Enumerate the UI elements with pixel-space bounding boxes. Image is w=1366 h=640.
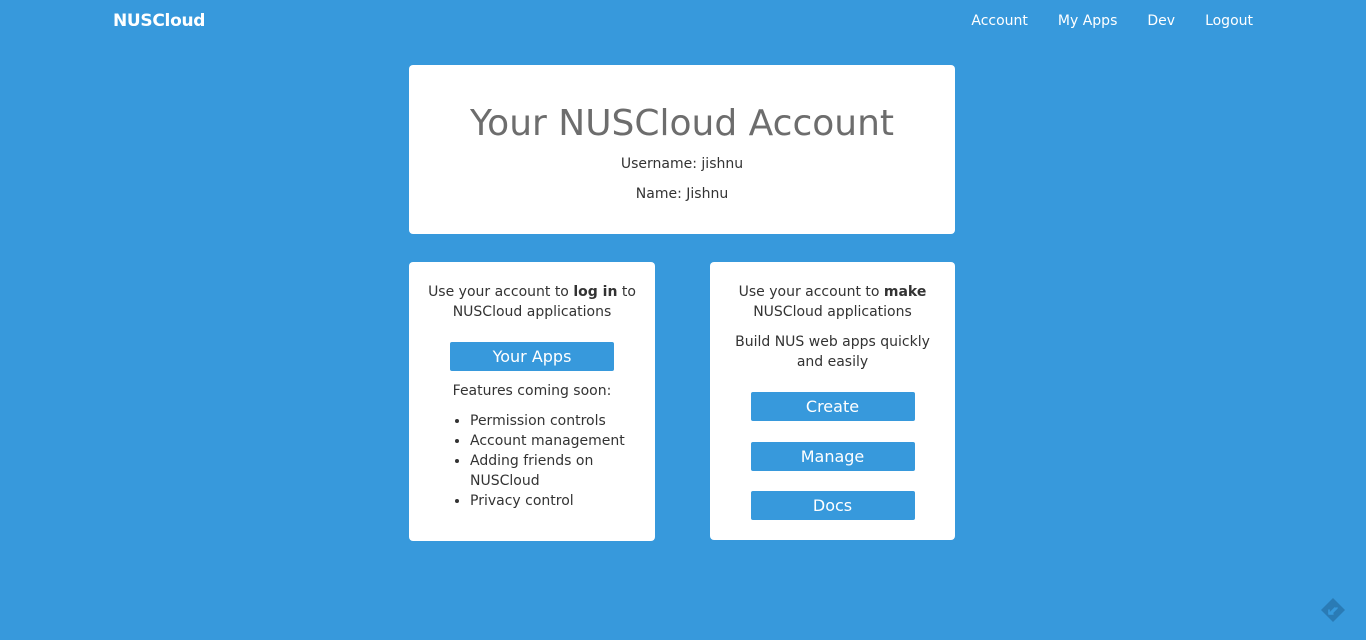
account-card: Your NUSCloud Account Username: jishnu N… [409, 65, 955, 234]
make-text-before: Use your account to [738, 284, 884, 300]
login-card: Use your account to log in to NUSCloud a… [409, 262, 655, 541]
nav-link-account[interactable]: Account [971, 13, 1028, 29]
your-apps-button[interactable]: Your Apps [450, 342, 614, 371]
docs-button[interactable]: Docs [750, 491, 915, 520]
make-text-after: NUSCloud applications [753, 304, 912, 320]
list-item: Account management [470, 431, 639, 451]
create-button[interactable]: Create [750, 392, 915, 421]
brand-logo[interactable]: NUSCloud [113, 11, 205, 31]
manage-button[interactable]: Manage [750, 442, 915, 471]
name-text: Name: Jishnu [635, 186, 729, 202]
make-card: Use your account to make NUSCloud applic… [710, 262, 955, 540]
list-item: Adding friends on NUSCloud [470, 451, 639, 491]
make-text-bold: make [883, 284, 927, 300]
features-heading: Features coming soon: [452, 383, 612, 399]
login-text-bold: log in [573, 284, 618, 300]
features-list: Permission controls Account management A… [425, 411, 639, 511]
login-card-description: Use your account to log in to NUSCloud a… [425, 282, 639, 322]
nav-link-my-apps[interactable]: My Apps [1058, 13, 1117, 29]
list-item: Permission controls [470, 411, 639, 431]
list-item: Privacy control [470, 491, 639, 511]
nav-links: Account My Apps Dev Logout [971, 13, 1253, 29]
feedback-icon[interactable] [1320, 597, 1346, 623]
login-text-before: Use your account to [428, 284, 574, 300]
make-card-description: Use your account to make NUSCloud applic… [726, 282, 939, 322]
nav-link-dev[interactable]: Dev [1147, 13, 1175, 29]
nav-link-logout[interactable]: Logout [1205, 13, 1253, 29]
make-card-subtext: Build NUS web apps quickly and easily [735, 334, 930, 370]
username-text: Username: jishnu [620, 156, 744, 172]
page-title: Your NUSCloud Account [469, 103, 895, 144]
navbar: NUSCloud Account My Apps Dev Logout [0, 0, 1366, 44]
